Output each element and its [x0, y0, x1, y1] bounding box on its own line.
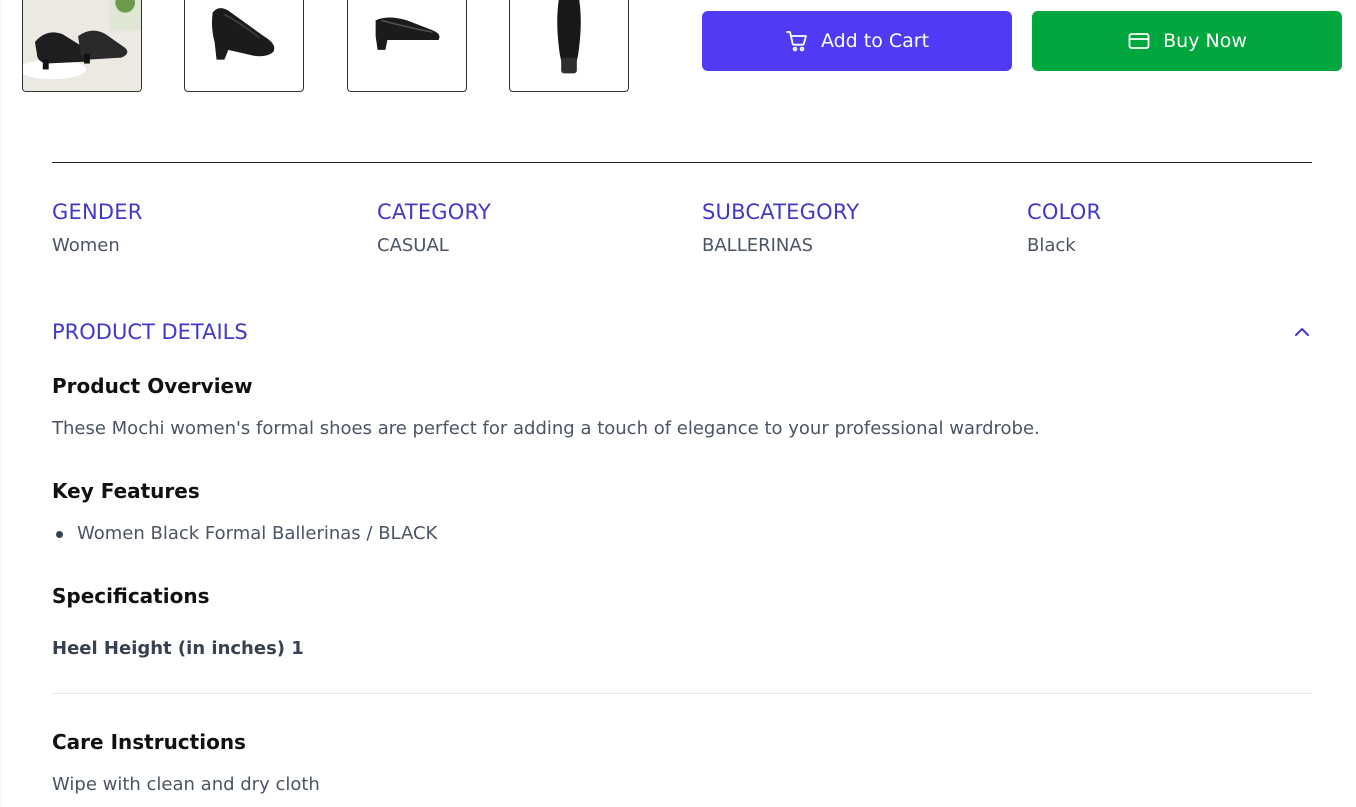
shoe-profile-image: [375, 17, 440, 50]
add-to-cart-button[interactable]: Add to Cart: [702, 11, 1012, 71]
attribute-value: CASUAL: [377, 235, 449, 256]
buy-now-label: Buy Now: [1163, 30, 1247, 52]
section-divider: [52, 693, 1312, 694]
credit-card-icon: [1128, 33, 1150, 49]
chevron-up-icon[interactable]: [1290, 320, 1314, 344]
feature-text: Women Black Formal Ballerinas / BLACK: [77, 523, 438, 544]
cart-icon: [786, 31, 807, 52]
attribute-label: SUBCATEGORY: [702, 200, 860, 224]
attribute-value: Black: [1027, 235, 1076, 256]
shoe-sole-image: [557, 0, 581, 74]
thumbnail-1[interactable]: [22, 0, 142, 92]
specifications-title: Specifications: [52, 584, 210, 608]
add-to-cart-label: Add to Cart: [820, 30, 930, 52]
page-edge-shadow: [0, 0, 3, 807]
thumbnail-2[interactable]: [184, 0, 304, 92]
shoe-side-image: [211, 8, 275, 60]
attribute-subcategory: SUBCATEGORY BALLERINAS: [702, 197, 1002, 257]
attribute-label: GENDER: [52, 200, 143, 224]
shoe-pair-image: [23, 0, 141, 91]
attribute-label: COLOR: [1027, 200, 1102, 224]
thumbnail-3[interactable]: [347, 0, 467, 92]
attribute-category: CATEGORY CASUAL: [377, 197, 677, 257]
product-details-heading[interactable]: PRODUCT DETAILS: [52, 317, 248, 347]
overview-title: Product Overview: [52, 374, 253, 398]
attribute-label: CATEGORY: [377, 200, 491, 224]
product-page: Add to Cart Buy Now GENDER Women CATEGOR…: [0, 0, 1356, 807]
attribute-color: COLOR Black: [1027, 197, 1327, 257]
list-item: Women Black Formal Ballerinas / BLACK: [56, 521, 437, 547]
buy-now-button[interactable]: Buy Now: [1032, 11, 1342, 71]
bullet-dot: [56, 530, 63, 538]
attribute-gender: GENDER Women: [52, 197, 352, 257]
overview-text: These Mochi women's formal shoes are per…: [52, 418, 1040, 439]
attribute-value: Women: [52, 235, 120, 256]
key-features-title: Key Features: [52, 479, 200, 503]
section-divider: [52, 162, 1312, 163]
care-instructions-text: Wipe with clean and dry cloth: [52, 774, 320, 795]
attribute-value: BALLERINAS: [702, 235, 814, 256]
care-instructions-title: Care Instructions: [52, 730, 246, 754]
specification-item: Heel Height (in inches) 1: [52, 638, 304, 659]
thumbnail-4[interactable]: [509, 0, 629, 92]
